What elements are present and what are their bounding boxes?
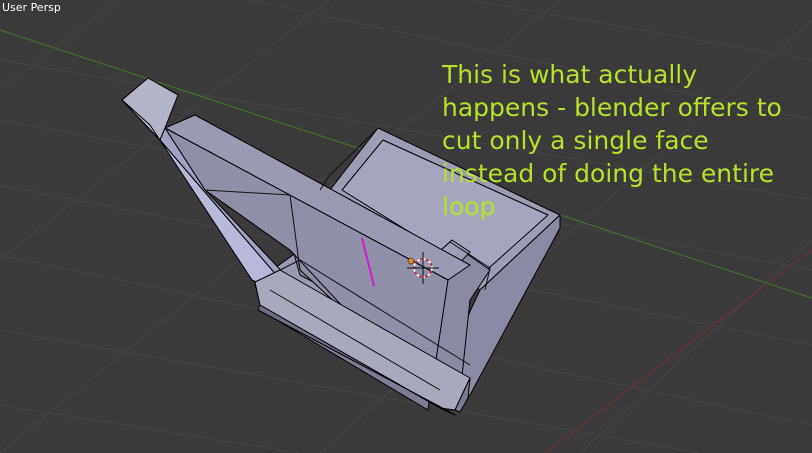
annotation-line: This is what actually	[442, 60, 698, 89]
annotation-line: happens - blender offers to	[442, 93, 782, 122]
annotation-line: cut only a single face	[442, 126, 709, 155]
3d-viewport[interactable]: User Persp This is what actually happens…	[0, 0, 812, 453]
y-axis-line	[544, 249, 812, 453]
annotation-line: loop	[442, 192, 496, 221]
view-label: User Persp	[2, 1, 61, 14]
annotation-line: instead of doing the entire	[442, 159, 775, 188]
annotation-text: This is what actually happens - blender …	[442, 58, 802, 223]
